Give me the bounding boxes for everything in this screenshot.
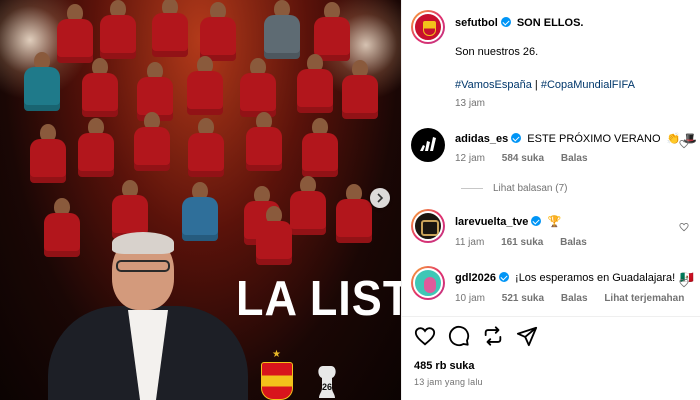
translate-button[interactable]: Lihat terjemahan: [604, 293, 684, 304]
next-slide-button[interactable]: [370, 188, 390, 208]
comment-meta: 12 jam 584 suka Balas: [455, 153, 602, 165]
commenter-avatar[interactable]: [411, 128, 445, 162]
comment-line: adidas_es ESTE PRÓXIMO VERANO 👏 🎩 🎬: [455, 132, 700, 146]
comment-line: larevuelta_tve 🏆: [455, 215, 561, 229]
player-figure: [252, 206, 296, 272]
coach-hair: [112, 232, 174, 254]
heart-icon[interactable]: [414, 325, 436, 347]
hashtag-separator: |: [534, 79, 538, 91]
chevron-right-icon: [377, 193, 384, 203]
adidas-logo-icon: [420, 137, 436, 151]
hashtag-link[interactable]: #VamosEspaña: [455, 79, 532, 91]
player-figure: [244, 112, 284, 172]
share-icon[interactable]: [516, 325, 538, 347]
comment-time: 11 jam: [455, 237, 485, 248]
image-title-text: LA LISTA: [236, 270, 401, 327]
player-figure: [98, 0, 138, 60]
caption-hashtags: #VamosEspaña | #CopaMundialFIFA: [455, 78, 635, 92]
player-figure: [262, 0, 302, 60]
comments-list[interactable]: sefutbol SON ELLOS. Son nuestros 26. #Va…: [402, 0, 700, 316]
player-figure: [40, 198, 84, 264]
post-timestamp: 13 jam yang lalu: [414, 377, 483, 387]
comment-meta: 11 jam 161 suka Balas: [455, 237, 601, 249]
replies-divider: [461, 188, 483, 189]
player-figure: [132, 112, 172, 172]
comment-emojis: 🏆: [547, 216, 562, 228]
player-figure: [186, 118, 226, 178]
caption-time: 13 jam: [455, 98, 486, 109]
reply-button[interactable]: Balas: [560, 237, 587, 248]
player-figure: [22, 52, 62, 112]
player-figure: [300, 118, 340, 178]
player-figure: [340, 60, 380, 120]
comment-text: ESTE PRÓXIMO VERANO: [527, 133, 661, 145]
comment-like-heart-icon[interactable]: [679, 136, 689, 154]
author-avatar[interactable]: [411, 10, 445, 44]
world-cup-logo: 26: [318, 366, 336, 398]
comment-time: 12 jam: [455, 153, 486, 164]
player-figure: [238, 58, 278, 118]
player-figure: [76, 118, 116, 178]
comment-time: 10 jam: [455, 293, 486, 304]
comment-icon[interactable]: [448, 325, 470, 347]
repost-icon[interactable]: [482, 325, 504, 347]
likes-count[interactable]: 485 rb suka: [414, 360, 475, 372]
player-figure: [110, 180, 150, 240]
comment-meta: 10 jam 521 suka Balas Lihat terjemahan: [455, 293, 698, 305]
player-figure: [28, 124, 68, 184]
comment-likes[interactable]: 521 suka: [502, 293, 544, 304]
verified-badge-icon: [500, 17, 511, 27]
comment-line: gdl2026 ¡Los esperamos en Guadalajara! 🇲…: [455, 271, 694, 285]
author-username[interactable]: sefutbol: [455, 17, 498, 29]
verified-badge-icon: [531, 216, 542, 226]
svg-text:26: 26: [322, 382, 332, 392]
commenter-avatar[interactable]: [411, 266, 445, 300]
comment-likes[interactable]: 584 suka: [502, 153, 544, 164]
player-figure: [178, 182, 222, 246]
comment-text: ¡Los esperamos en Guadalajara!: [515, 272, 676, 284]
comment-likes[interactable]: 161 suka: [501, 237, 543, 248]
reply-button[interactable]: Balas: [561, 293, 588, 304]
player-figure: [80, 58, 120, 118]
commenter-username[interactable]: adidas_es: [455, 133, 508, 145]
commenter-username[interactable]: gdl2026: [455, 272, 496, 284]
post-action-bar: 485 rb suka 13 jam yang lalu: [402, 316, 700, 400]
player-figure: [198, 2, 238, 62]
view-replies-button[interactable]: Lihat balasan (7): [493, 183, 568, 195]
commenter-avatar[interactable]: [411, 209, 445, 243]
caption-header: sefutbol SON ELLOS.: [455, 16, 583, 30]
caption-body: Son nuestros 26.: [455, 46, 539, 58]
hashtag-link[interactable]: #CopaMundialFIFA: [541, 79, 635, 91]
verified-badge-icon: [498, 272, 509, 282]
player-figure: [295, 54, 335, 114]
comment-like-heart-icon[interactable]: [679, 275, 689, 293]
post-sidebar: sefutbol SON ELLOS. Son nuestros 26. #Va…: [401, 0, 700, 400]
player-figure: [150, 0, 190, 58]
spain-crest-logo: [261, 362, 293, 400]
comment-like-heart-icon[interactable]: [679, 219, 689, 237]
verified-badge-icon: [511, 133, 522, 143]
player-figure: [334, 184, 374, 244]
caption-headline: SON ELLOS.: [516, 17, 584, 29]
post-image[interactable]: LA LISTA ★ 26: [0, 0, 401, 400]
coach-glasses: [116, 260, 170, 272]
star-icon: ★: [272, 349, 281, 360]
commenter-username[interactable]: larevuelta_tve: [455, 216, 528, 228]
player-figure: [312, 2, 352, 62]
player-figure: [185, 56, 225, 116]
reply-button[interactable]: Balas: [561, 153, 588, 164]
